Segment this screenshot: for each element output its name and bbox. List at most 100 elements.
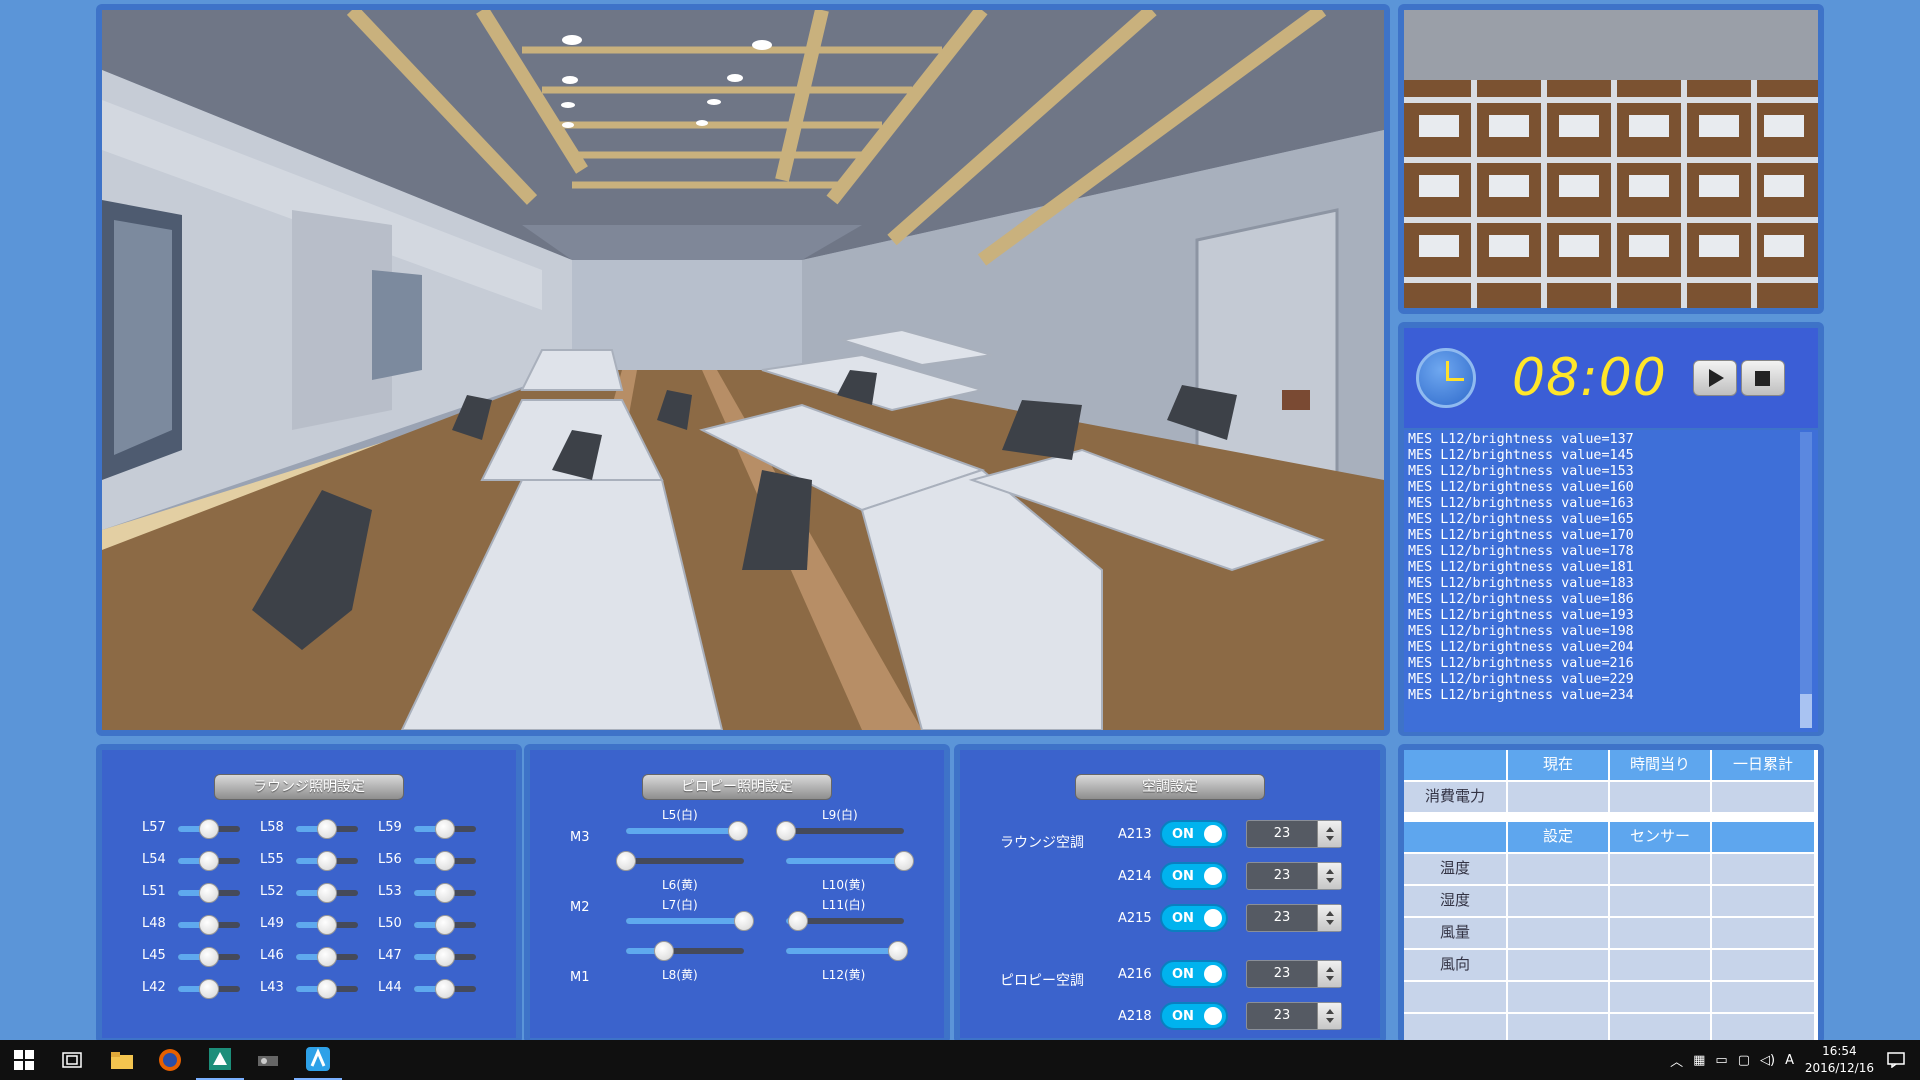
chevron-up-icon[interactable] [1326, 827, 1334, 832]
piloti-slider-knob[interactable] [728, 821, 749, 841]
lounge-slider-knob[interactable] [435, 883, 455, 903]
stepper-arrows[interactable] [1317, 1003, 1341, 1029]
aircon-power-toggle[interactable]: ON [1160, 904, 1228, 932]
lounge-slider-knob[interactable] [435, 979, 455, 999]
task-view-button[interactable] [48, 1040, 96, 1080]
lounge-slider[interactable] [296, 979, 358, 999]
piloti-slider[interactable] [786, 911, 904, 931]
lounge-slider-knob[interactable] [317, 915, 337, 935]
piloti-slider-knob[interactable] [894, 851, 914, 871]
lounge-slider-knob[interactable] [199, 947, 219, 967]
overhead-camera-view[interactable] [1398, 4, 1824, 314]
volume-icon[interactable]: ◁) [1760, 1053, 1775, 1068]
piloti-slider[interactable] [626, 941, 744, 961]
chevron-up-icon[interactable] [1326, 1009, 1334, 1014]
aircon-power-toggle[interactable]: ON [1160, 820, 1228, 848]
play-button[interactable] [1692, 360, 1737, 396]
app-button-2[interactable] [244, 1040, 292, 1080]
ime-indicator[interactable]: A [1785, 1053, 1794, 1068]
lounge-lighting-title[interactable]: ラウンジ照明設定 [214, 774, 404, 800]
lounge-slider[interactable] [296, 883, 358, 903]
piloti-slider[interactable] [626, 821, 749, 841]
temperature-stepper[interactable]: 23 [1246, 1002, 1342, 1030]
app-button-1[interactable] [196, 1040, 244, 1080]
lounge-slider[interactable] [414, 947, 476, 967]
lounge-slider-knob[interactable] [199, 851, 219, 871]
lounge-slider[interactable] [178, 915, 240, 935]
piloti-slider[interactable] [776, 821, 904, 841]
piloti-slider[interactable] [786, 851, 914, 871]
piloti-slider-knob[interactable] [888, 941, 909, 961]
main-3d-viewport[interactable] [96, 4, 1390, 736]
chevron-down-icon[interactable] [1326, 878, 1334, 883]
chevron-up-icon[interactable] [1326, 869, 1334, 874]
stop-button[interactable] [1740, 360, 1785, 396]
lounge-slider-knob[interactable] [317, 883, 337, 903]
stepper-arrows[interactable] [1317, 821, 1341, 847]
taskbar-clock[interactable]: 16:54 2016/12/16 [1805, 1043, 1874, 1077]
lounge-slider-knob[interactable] [435, 947, 455, 967]
lounge-slider-knob[interactable] [199, 915, 219, 935]
piloti-slider-knob[interactable] [653, 941, 674, 961]
lounge-slider[interactable] [414, 915, 476, 935]
temperature-stepper[interactable]: 23 [1246, 862, 1342, 890]
network-icon[interactable]: ▦ [1693, 1053, 1705, 1068]
aircon-power-toggle[interactable]: ON [1160, 1002, 1228, 1030]
lounge-slider-knob[interactable] [435, 915, 455, 935]
piloti-slider[interactable] [786, 941, 909, 961]
notifications-button[interactable] [1872, 1040, 1920, 1080]
temperature-stepper[interactable]: 23 [1246, 820, 1342, 848]
aircon-power-toggle[interactable]: ON [1160, 862, 1228, 890]
piloti-slider-knob[interactable] [776, 821, 796, 841]
temperature-stepper[interactable]: 23 [1246, 960, 1342, 988]
chevron-down-icon[interactable] [1326, 976, 1334, 981]
lounge-slider[interactable] [414, 819, 476, 839]
log-scrollbar-thumb[interactable] [1800, 694, 1812, 728]
lounge-slider-knob[interactable] [317, 819, 337, 839]
lounge-slider[interactable] [414, 979, 476, 999]
lounge-slider-knob[interactable] [317, 851, 337, 871]
app-button-3[interactable] [294, 1040, 342, 1080]
lounge-slider[interactable] [296, 947, 358, 967]
firefox-button[interactable] [146, 1040, 194, 1080]
log-scrollbar[interactable] [1800, 432, 1812, 728]
lounge-slider[interactable] [178, 819, 240, 839]
chevron-down-icon[interactable] [1326, 920, 1334, 925]
lounge-slider[interactable] [178, 883, 240, 903]
lounge-slider-knob[interactable] [199, 979, 219, 999]
temperature-stepper[interactable]: 23 [1246, 904, 1342, 932]
piloti-slider[interactable] [616, 851, 744, 871]
lounge-slider-knob[interactable] [199, 883, 219, 903]
aircon-title[interactable]: 空調設定 [1075, 774, 1265, 800]
lounge-slider[interactable] [414, 851, 476, 871]
lounge-slider[interactable] [178, 979, 240, 999]
stepper-arrows[interactable] [1317, 961, 1341, 987]
lounge-slider[interactable] [296, 915, 358, 935]
piloti-slider[interactable] [626, 911, 754, 931]
lounge-slider[interactable] [178, 947, 240, 967]
chevron-down-icon[interactable] [1326, 1018, 1334, 1023]
lounge-slider[interactable] [414, 883, 476, 903]
display-icon[interactable]: ▢ [1738, 1053, 1750, 1068]
room-render[interactable] [102, 10, 1384, 730]
piloti-slider-knob[interactable] [734, 911, 754, 931]
start-button[interactable] [0, 1040, 48, 1080]
lounge-slider-knob[interactable] [199, 819, 219, 839]
lounge-slider[interactable] [296, 819, 358, 839]
lounge-slider[interactable] [296, 851, 358, 871]
lounge-slider[interactable] [178, 851, 240, 871]
stepper-arrows[interactable] [1317, 905, 1341, 931]
aircon-power-toggle[interactable]: ON [1160, 960, 1228, 988]
chevron-up-icon[interactable] [1326, 967, 1334, 972]
lounge-slider-knob[interactable] [435, 819, 455, 839]
lounge-slider-knob[interactable] [435, 851, 455, 871]
piloti-slider-knob[interactable] [787, 911, 808, 931]
chevron-up-icon[interactable]: ︿ [1670, 1051, 1683, 1070]
chevron-down-icon[interactable] [1326, 836, 1334, 841]
piloti-slider-knob[interactable] [616, 851, 636, 871]
lounge-slider-knob[interactable] [317, 979, 337, 999]
stepper-arrows[interactable] [1317, 863, 1341, 889]
message-log[interactable]: MES L12/brightness value=137 MES L12/brig… [1404, 430, 1818, 732]
lounge-slider-knob[interactable] [317, 947, 337, 967]
chevron-up-icon[interactable] [1326, 911, 1334, 916]
